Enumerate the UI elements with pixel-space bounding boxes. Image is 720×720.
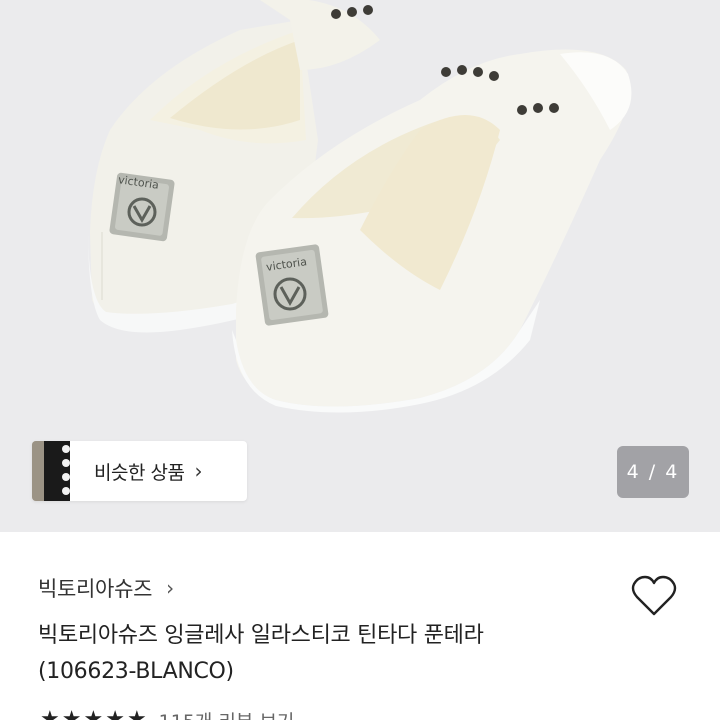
star-icon: ★ [40,707,60,720]
rating-stars: ★ ★ ★ ★ ★ [40,709,147,720]
wishlist-button[interactable] [630,574,678,618]
heart-outline-icon [631,575,677,616]
star-icon: ★ [61,707,82,720]
star-icon: ★ [83,707,104,720]
star-icon: ★ [105,707,125,720]
product-image-carousel[interactable]: victoria victoria 비슷한 상품 › 4 / 4 [0,0,720,532]
review-link[interactable]: ★ ★ ★ ★ ★ 115개 리뷰 보기 [40,706,294,720]
star-icon: ★ [126,707,147,720]
chevron-right-icon: › [166,576,175,600]
image-page-indicator: 4 / 4 [617,446,689,498]
review-count-link[interactable]: 115개 리뷰 보기 [159,707,295,720]
product-title-line-2: (106623-BLANCO) [38,659,234,684]
brand-name: 빅토리아슈즈 [38,577,153,601]
similar-products-button[interactable]: 비슷한 상품 › [32,441,247,501]
similar-product-thumbnail [32,441,70,501]
chevron-right-icon: › [194,459,203,483]
product-title: 빅토리아슈즈 잉글레사 일라스티코 틴타다 푼테라 (106623-BLANCO… [38,618,678,690]
similar-products-label: 비슷한 상품 [94,461,185,484]
brand-link[interactable]: 빅토리아슈즈 › [38,572,174,604]
product-title-line-1: 빅토리아슈즈 잉글레사 일라스티코 틴타다 푼테라 [38,623,484,648]
